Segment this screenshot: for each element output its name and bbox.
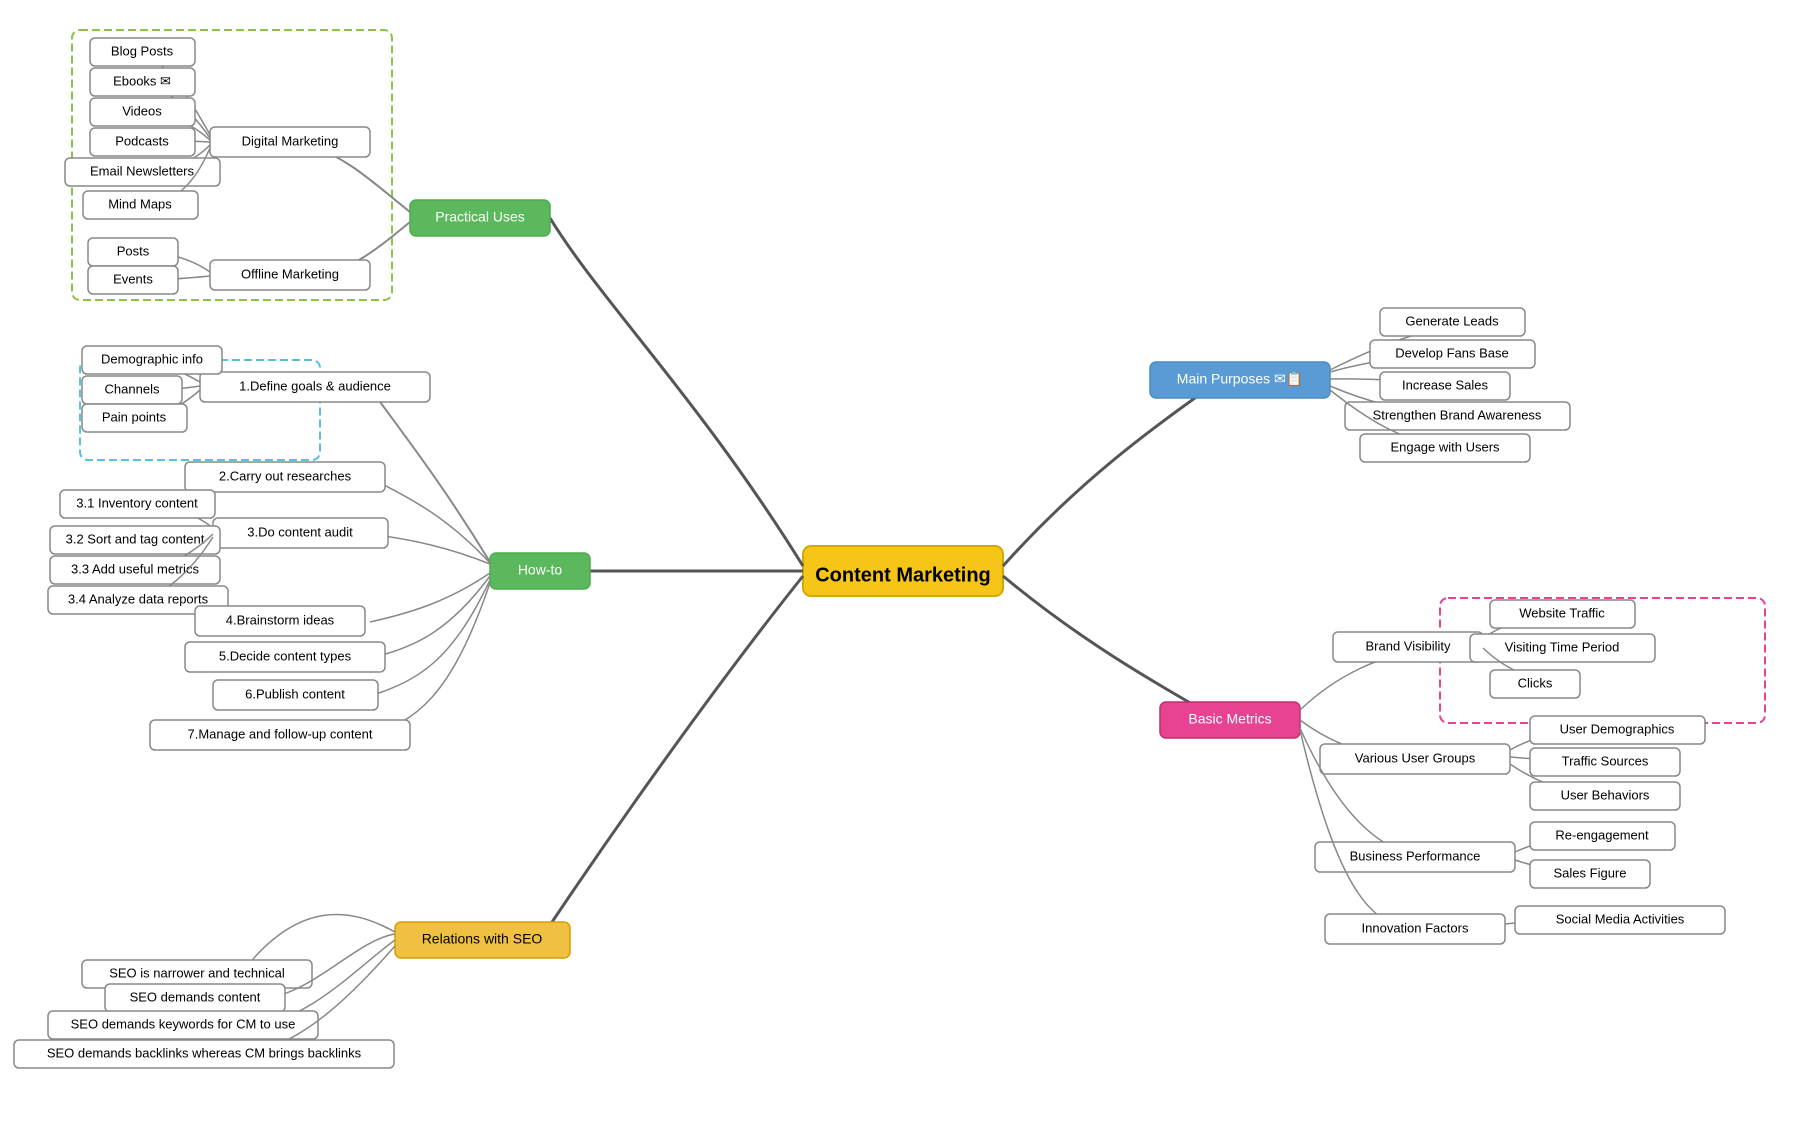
visiting-time-label: Visiting Time Period [1505, 639, 1620, 654]
seo-narrower-label: SEO is narrower and technical [109, 965, 285, 980]
engage-users-label: Engage with Users [1390, 439, 1500, 454]
sales-figure-label: Sales Figure [1554, 865, 1627, 880]
analyze-data-label: 3.4 Analyze data reports [68, 591, 209, 606]
relations-seo-label: Relations with SEO [422, 931, 543, 947]
brand-visibility-label: Brand Visibility [1365, 638, 1451, 653]
brainstorm-label: 4.Brainstorm ideas [226, 612, 335, 627]
add-metrics-label: 3.3 Add useful metrics [71, 561, 199, 576]
website-traffic-label: Website Traffic [1519, 605, 1605, 620]
user-demographics-label: User Demographics [1560, 721, 1675, 736]
mindmap-svg: Content Marketing Practical Uses Digital… [0, 0, 1807, 1142]
ebooks-label: Ebooks ✉ [113, 73, 171, 88]
strengthen-brand-label: Strengthen Brand Awareness [1373, 407, 1542, 422]
center-label: Content Marketing [815, 564, 991, 586]
practical-uses-label: Practical Uses [435, 209, 524, 225]
social-media-activities-label: Social Media Activities [1556, 911, 1685, 926]
pain-points-label: Pain points [102, 409, 167, 424]
re-engagement-label: Re-engagement [1555, 827, 1649, 842]
events-label: Events [113, 271, 153, 286]
business-performance-label: Business Performance [1350, 848, 1481, 863]
main-purposes-label: Main Purposes ✉📋 [1177, 371, 1303, 388]
email-newsletters-label: Email Newsletters [90, 163, 195, 178]
inventory-content-label: 3.1 Inventory content [76, 495, 198, 510]
seo-backlinks-label: SEO demands backlinks whereas CM brings … [47, 1045, 362, 1060]
videos-label: Videos [122, 103, 162, 118]
digital-marketing-label: Digital Marketing [242, 133, 339, 148]
channels-label: Channels [105, 381, 160, 396]
mind-maps-label: Mind Maps [108, 196, 172, 211]
increase-sales-label: Increase Sales [1402, 377, 1488, 392]
carry-out-researches-label: 2.Carry out researches [219, 468, 352, 483]
define-goals-label: 1.Define goals & audience [239, 378, 391, 393]
decide-content-types-label: 5.Decide content types [219, 648, 352, 663]
sort-tag-content-label: 3.2 Sort and tag content [66, 531, 205, 546]
blog-posts-label: Blog Posts [111, 43, 174, 58]
innovation-factors-label: Innovation Factors [1362, 920, 1469, 935]
user-behaviors-label: User Behaviors [1561, 787, 1650, 802]
posts-label: Posts [117, 243, 150, 258]
seo-demands-content-label: SEO demands content [130, 989, 261, 1004]
manage-followup-label: 7.Manage and follow-up content [187, 726, 372, 741]
demographic-info-label: Demographic info [101, 351, 203, 366]
do-content-audit-label: 3.Do content audit [247, 524, 353, 539]
develop-fans-label: Develop Fans Base [1395, 345, 1508, 360]
podcasts-label: Podcasts [115, 133, 169, 148]
how-to-label: How-to [518, 562, 563, 578]
offline-marketing-label: Offline Marketing [241, 266, 339, 281]
clicks-label: Clicks [1518, 675, 1553, 690]
publish-content-label: 6.Publish content [245, 686, 345, 701]
traffic-sources-label: Traffic Sources [1562, 753, 1649, 768]
basic-metrics-label: Basic Metrics [1188, 711, 1271, 727]
various-user-groups-label: Various User Groups [1355, 750, 1476, 765]
seo-keywords-label: SEO demands keywords for CM to use [71, 1016, 296, 1031]
generate-leads-label: Generate Leads [1405, 313, 1499, 328]
